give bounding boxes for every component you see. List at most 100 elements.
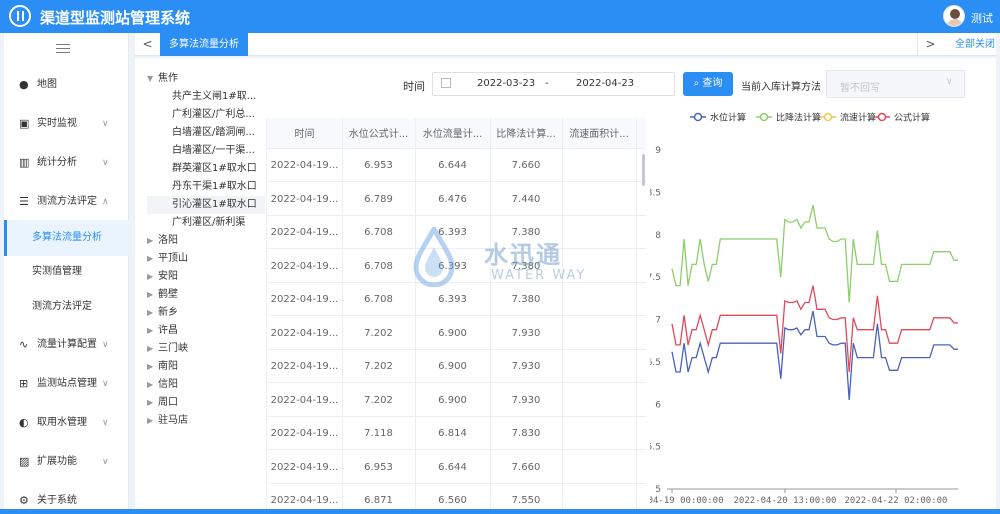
tree-leaf[interactable]: 丹东干渠1#取水口 (147, 178, 265, 196)
tree-node[interactable]: ▶ 周口 (147, 394, 265, 412)
table-cell: 2022-04-19... (270, 227, 339, 238)
table-cell: 7.440 (511, 193, 541, 205)
tree-node[interactable]: ▶ 安阳 (147, 268, 265, 286)
table-row[interactable]: 2022-04-19... 6.789 6.476 7.440 (267, 183, 646, 216)
table-row[interactable]: 2022-04-19... 6.708 6.393 7.380 (267, 216, 646, 249)
sidebar-subitem-multi-algorithm[interactable]: 多算法流量分析 (4, 220, 129, 256)
table-row[interactable]: 2022-04-19... 7.202 6.900 7.930 (267, 317, 646, 350)
sidebar-item-realtime[interactable]: ▣ 实时监视 ∨ (4, 112, 129, 136)
y-tick-label: 7.5 (650, 273, 661, 283)
table-row[interactable]: 2022-04-19... 6.871 6.560 7.550 (267, 484, 646, 509)
tree-node[interactable]: ▶ 信阳 (147, 376, 265, 394)
tree-node[interactable]: ▶ 平顶山 (147, 250, 265, 268)
tree-leaf[interactable]: 白墙灌区/踏洞闸... (147, 124, 265, 142)
user-name[interactable]: 测试 (971, 10, 993, 26)
sidebar-item-water-use[interactable]: ◐ 取用水管理 ∨ (4, 411, 129, 435)
table-row[interactable]: 2022-04-19... 7.202 6.900 7.930 (267, 384, 646, 417)
column-divider (562, 118, 563, 509)
sidebar-item-extensions[interactable]: ▨ 扩展功能 ∨ (4, 450, 129, 474)
date-end[interactable]: 2022-04-23 (576, 78, 634, 89)
table-cell (562, 216, 636, 250)
table-cell (562, 384, 636, 418)
caret-down-icon: ▼ (147, 74, 154, 83)
table-cell (562, 484, 636, 509)
user-avatar[interactable] (943, 5, 965, 27)
tree-node-jiaozuo[interactable]: ▼ 焦作 (147, 70, 265, 88)
table-row[interactable]: 2022-04-19... 6.953 6.644 7.660 (267, 149, 646, 182)
table-cell: 7.202 (364, 394, 393, 406)
caret-right-icon: ▶ (147, 254, 154, 263)
date-start[interactable]: 2022-03-23 (477, 78, 535, 89)
tree-node[interactable]: ▶ 鹤壁 (147, 286, 265, 304)
y-tick-label: 6.5 (650, 358, 661, 368)
table-cell (562, 183, 636, 217)
table-cell: 2022-04-19... (270, 361, 339, 372)
table-cell: 7.930 (511, 361, 541, 372)
legend-item[interactable]: 比降法计算 (756, 112, 821, 124)
table-row[interactable]: 2022-04-19... 6.708 6.393 7.380 (267, 250, 646, 283)
table-cell (562, 283, 636, 317)
table-cell: 2022-04-19... (270, 327, 339, 339)
tree-leaf[interactable]: 白墙灌区/一干渠... (147, 142, 265, 160)
sidebar-subitem-method-eval[interactable]: 测流方法评定 (4, 289, 129, 325)
legend-item[interactable]: 公式计算 (874, 112, 930, 124)
tree-node[interactable]: ▶ 许昌 (147, 322, 265, 340)
column-header[interactable]: 时间 (267, 118, 342, 152)
tree-node[interactable]: ▶ 洛阳 (147, 232, 265, 250)
legend-item[interactable]: 流速计算 (820, 112, 876, 124)
table-cell (562, 350, 636, 384)
table-cell: 2022-04-19... (270, 461, 339, 473)
tab-next-button[interactable]: > (917, 33, 943, 56)
y-tick-label: 9 (655, 146, 661, 156)
sidebar-item-statistics[interactable]: ▥ 统计分析 ∨ (4, 151, 129, 175)
table-cell: 6.814 (438, 428, 467, 439)
tree-leaf[interactable]: 共产主义闸1#取... (147, 88, 265, 106)
tree-leaf[interactable]: 群英灌区1#取水口 (147, 160, 265, 178)
table-cell: 7.550 (511, 495, 541, 506)
tree-node[interactable]: ▶ 驻马店 (147, 412, 265, 430)
close-all-tabs-button[interactable]: 全部关闭 (955, 33, 995, 56)
y-tick-label: 7 (655, 316, 661, 326)
caret-right-icon: ▶ (147, 290, 154, 299)
station-tree: ▼ 焦作 共产主义闸1#取... 广利灌区/广利总... 白墙灌区/踏洞闸... … (147, 70, 265, 430)
sidebar-subitem-measured-values[interactable]: 实测值管理 (4, 254, 129, 290)
tab-prev-button[interactable]: < (135, 33, 161, 56)
tree-node[interactable]: ▶ 新乡 (147, 304, 265, 322)
image-icon: ▨ (19, 455, 30, 468)
table-cell (562, 149, 636, 183)
table-row[interactable]: 2022-04-19... 7.202 6.900 7.930 (267, 350, 646, 383)
sidebar-item-map[interactable]: ● 地图 (4, 73, 129, 97)
table-row[interactable]: 2022-04-19... 6.953 6.644 7.660 (267, 451, 646, 484)
table-cell: 7.930 (511, 327, 541, 339)
sidebar-item-station-mgmt[interactable]: ⊞ 监测站点管理 ∨ (4, 372, 129, 396)
table-scrollbar[interactable] (642, 154, 645, 186)
column-header[interactable]: 水位公式计... (342, 118, 415, 152)
tree-node[interactable]: ▶ 三门峡 (147, 340, 265, 358)
column-divider (490, 118, 491, 509)
tree-leaf[interactable]: 广利灌区/新利渠 (147, 214, 265, 232)
column-header[interactable]: 比降法计算... (490, 118, 562, 152)
table-cell: 7.830 (511, 428, 541, 439)
column-header[interactable]: 流速面积计... (562, 118, 636, 152)
table-cell (562, 451, 636, 485)
legend-item[interactable]: 水位计算 (690, 112, 746, 124)
menu-collapse-icon[interactable] (56, 44, 70, 54)
chevron-down-icon: ∨ (946, 77, 953, 87)
method-select[interactable]: 暂不回写 ∨ (826, 70, 965, 98)
sidebar-item-flow-config[interactable]: ∿ 流量计算配置 ∨ (4, 333, 129, 357)
table-row[interactable]: 2022-04-19... 7.118 6.814 7.830 (267, 417, 646, 450)
table-cell: 6.560 (438, 495, 467, 506)
tree-node[interactable]: ▶ 南阳 (147, 358, 265, 376)
tree-leaf-selected[interactable]: 引沁灌区1#取水口 (147, 196, 265, 214)
table-cell: 6.900 (438, 327, 467, 339)
logo-icon (9, 5, 31, 27)
tab-multi-algorithm[interactable]: 多算法流量分析 (160, 33, 248, 56)
table-row[interactable]: 2022-04-19... 6.708 6.393 7.380 (267, 283, 646, 316)
sidebar-item-method-eval[interactable]: ☰ 测流方法评定 ∧ (4, 190, 129, 214)
tree-leaf[interactable]: 广利灌区/广利总... (147, 106, 265, 124)
date-range-picker[interactable]: 2022-03-23 - 2022-04-23 (432, 72, 675, 96)
table-header: 时间 水位公式计... 水位流量计... 比降法计算... 流速面积计... (267, 118, 646, 149)
search-button[interactable]: ⌕ 查询 (683, 72, 733, 96)
chevron-down-icon: ∨ (102, 340, 109, 350)
column-header[interactable]: 水位流量计... (415, 118, 490, 152)
